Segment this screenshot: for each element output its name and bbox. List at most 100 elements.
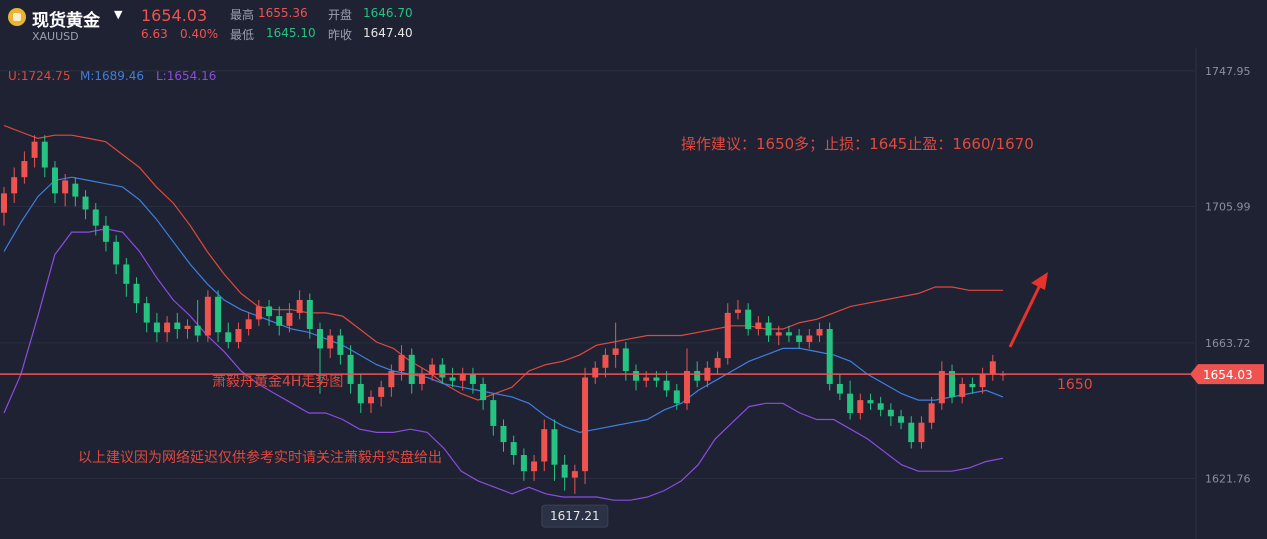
candle-body	[347, 354, 354, 384]
candle-body	[989, 361, 996, 375]
candle-body	[449, 377, 456, 381]
candle-body	[480, 383, 487, 401]
upper-band-line	[3, 124, 1003, 401]
y-tick-label: 1747.95	[1205, 65, 1251, 78]
candle-body	[408, 354, 415, 384]
trend-arrow-shaft	[1008, 284, 1042, 348]
candle-body	[806, 335, 813, 342]
candle-body	[775, 332, 782, 336]
candle-body	[102, 225, 109, 242]
candle-body	[959, 383, 966, 397]
low-marker-label: 1617.21	[550, 509, 600, 523]
candle-body	[378, 387, 385, 397]
candle-body	[928, 403, 935, 423]
candle-body	[245, 319, 252, 330]
candle-body	[612, 348, 619, 355]
candle-body	[541, 429, 548, 462]
candle-body	[602, 354, 609, 368]
candle-body	[887, 409, 894, 417]
candle-body	[266, 306, 273, 317]
candle-body	[938, 371, 945, 404]
candle-body	[21, 161, 28, 178]
candle-body	[235, 329, 242, 342]
candle-body	[184, 325, 191, 330]
candle-body	[164, 322, 171, 333]
candle-body	[683, 371, 690, 404]
candle-body	[31, 141, 38, 158]
candle-body	[785, 332, 792, 336]
candle-body	[520, 455, 527, 472]
candle-body	[857, 400, 864, 414]
candle-body	[653, 377, 660, 381]
strategy-annotation: 操作建议：1650多；止损：1645止盈：1660/1670	[681, 135, 1034, 153]
y-tick-label: 1705.99	[1205, 200, 1251, 213]
candle-body	[92, 209, 99, 226]
chart-title-annotation: 萧毅舟黄金4H走势图	[212, 373, 343, 390]
candle-body	[123, 264, 130, 284]
candle-body	[62, 180, 69, 194]
disclaimer-annotation: 以上建议因为网络延迟仅供参考实时请关注萧毅舟实盘给出	[78, 449, 442, 466]
candle-body	[72, 183, 79, 197]
candle-body	[633, 371, 640, 381]
candle-body	[694, 371, 701, 381]
candle-body	[286, 312, 293, 326]
candle-body	[714, 358, 721, 368]
y-tick-label: 1621.76	[1205, 472, 1251, 485]
candle-body	[41, 141, 48, 168]
candle-body	[1, 193, 7, 213]
candle-body	[663, 380, 670, 391]
candle-body	[908, 422, 915, 443]
candle-body	[357, 383, 364, 404]
candle-body	[296, 299, 303, 313]
candle-body	[724, 312, 731, 359]
candle-body	[490, 400, 497, 426]
candle-body	[571, 471, 578, 478]
candle-body	[918, 422, 925, 443]
candle-body	[133, 283, 140, 304]
candle-body	[11, 177, 18, 194]
candle-body	[317, 329, 324, 349]
candle-body	[429, 364, 436, 375]
candle-body	[51, 167, 58, 194]
candle-body	[459, 374, 466, 381]
candlestick-series	[1, 135, 1006, 494]
candle-body	[153, 322, 160, 333]
candle-body	[194, 325, 201, 336]
candle-body	[867, 400, 874, 404]
candle-body	[531, 461, 538, 472]
candle-body	[969, 383, 976, 388]
candle-body	[255, 306, 262, 320]
candle-body	[796, 335, 803, 342]
candle-body	[816, 329, 823, 336]
candle-body	[877, 403, 884, 410]
candle-body	[643, 377, 650, 381]
candle-body	[836, 383, 843, 394]
candle-body	[469, 374, 476, 384]
level-label: 1650	[1057, 377, 1093, 393]
current-price-label: 1654.03	[1203, 368, 1253, 382]
candle-body	[113, 241, 120, 265]
candle-body	[510, 442, 517, 456]
candle-body	[582, 377, 589, 472]
candle-body	[327, 335, 334, 349]
candle-body	[204, 296, 211, 336]
candle-body	[847, 393, 854, 414]
price-chart[interactable]: 1747.95 1705.99 1663.72 1621.76 1654.03 1650…	[0, 0, 1267, 539]
candle-body	[673, 390, 680, 404]
y-tick-label: 1663.72	[1205, 337, 1251, 350]
candle-body	[225, 332, 232, 342]
candle-body	[215, 296, 222, 333]
candle-body	[439, 364, 446, 378]
candle-body	[898, 416, 905, 423]
candle-body	[174, 322, 181, 330]
candle-body	[755, 322, 762, 330]
price-axis: 1747.95 1705.99 1663.72 1621.76	[1205, 65, 1251, 486]
candle-body	[622, 348, 629, 372]
candle-body	[398, 354, 405, 372]
candle-body	[765, 322, 772, 336]
chart-annotations: 1654.03 1650 1617.21 操作建议：1650多；止损：1645止盈：1…	[0, 135, 1264, 528]
candle-body	[143, 303, 150, 323]
candle-body	[367, 396, 374, 404]
candle-body	[734, 309, 741, 313]
candle-body	[979, 374, 986, 388]
